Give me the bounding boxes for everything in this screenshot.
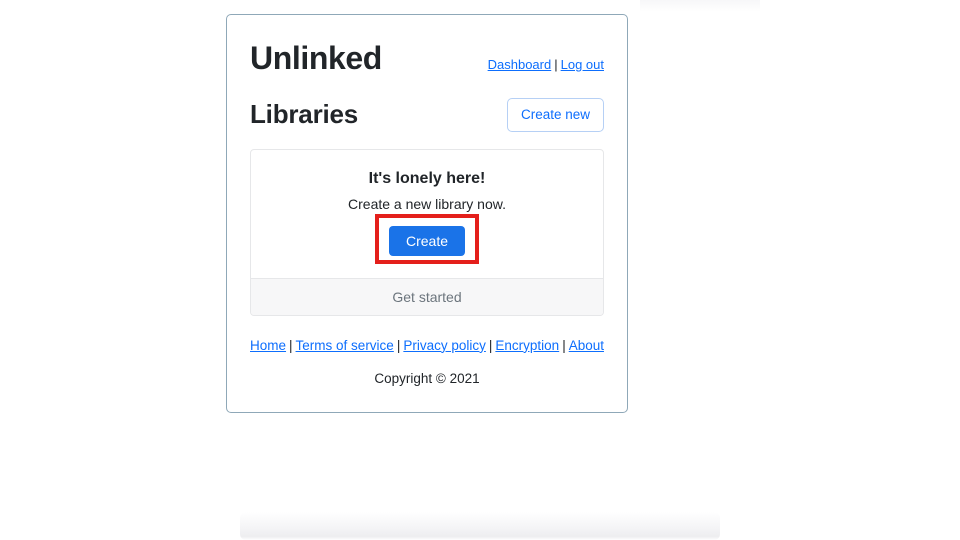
- empty-state-heading: It's lonely here!: [368, 169, 486, 187]
- footer-link-separator: |: [488, 337, 493, 353]
- empty-state-card-body: It's lonely here! Create a new library n…: [251, 150, 603, 278]
- footer-link-terms-of-service[interactable]: Terms of service: [296, 338, 394, 353]
- footer-link-home[interactable]: Home: [250, 338, 286, 353]
- footer-link-separator: |: [289, 337, 293, 353]
- footer-link-about[interactable]: About: [569, 338, 604, 353]
- card-footer-get-started: Get started: [251, 277, 603, 315]
- header-nav-links: Dashboard | Log out: [488, 57, 604, 72]
- empty-state-card: It's lonely here! Create a new library n…: [250, 148, 604, 316]
- bottom-background-artifact: [240, 512, 720, 540]
- app-header: Unlinked Dashboard | Log out: [250, 15, 604, 76]
- libraries-section-header: Libraries Create new: [250, 98, 604, 132]
- page-title: Unlinked: [250, 40, 382, 76]
- footer-link-separator: |: [562, 337, 566, 353]
- section-title-libraries: Libraries: [250, 99, 359, 130]
- create-new-button[interactable]: Create new: [506, 98, 604, 132]
- copyright-text: Copyright © 2021: [374, 370, 480, 386]
- footer-link-privacy-policy[interactable]: Privacy policy: [403, 338, 486, 353]
- log-out-link[interactable]: Log out: [561, 57, 604, 72]
- top-background-artifact: [640, 0, 760, 12]
- footer-link-encryption[interactable]: Encryption: [495, 338, 559, 353]
- empty-state-description: Create a new library now.: [348, 195, 506, 212]
- create-button[interactable]: Create: [388, 225, 466, 256]
- header-link-separator: |: [554, 57, 558, 72]
- page-container: Unlinked Dashboard | Log out Libraries Cre…: [226, 14, 628, 413]
- footer-link-separator: |: [396, 337, 401, 353]
- footer-links: Home | Terms of service | Privacy policy | Enc…: [250, 338, 604, 353]
- dashboard-link[interactable]: Dashboard: [488, 57, 552, 72]
